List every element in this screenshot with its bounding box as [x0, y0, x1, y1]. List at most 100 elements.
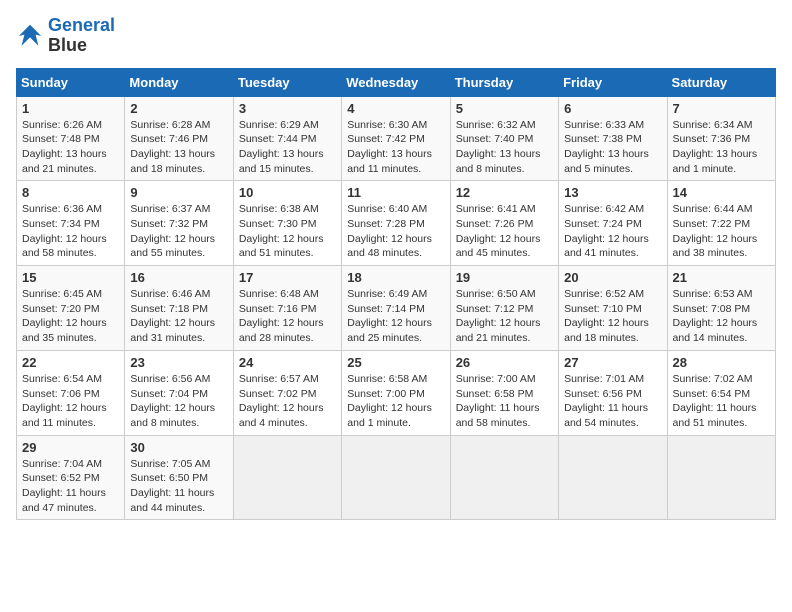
calendar-cell: 22 Sunrise: 6:54 AM Sunset: 7:06 PM Dayli…	[17, 350, 125, 435]
calendar-week-4: 22 Sunrise: 6:54 AM Sunset: 7:06 PM Dayli…	[17, 350, 776, 435]
weekday-header-row: SundayMondayTuesdayWednesdayThursdayFrid…	[17, 68, 776, 96]
calendar-cell: 1 Sunrise: 6:26 AM Sunset: 7:48 PM Daylig…	[17, 96, 125, 181]
day-info: Sunrise: 6:44 AM Sunset: 7:22 PM Dayligh…	[673, 202, 770, 261]
calendar-cell: 27 Sunrise: 7:01 AM Sunset: 6:56 PM Dayli…	[559, 350, 667, 435]
day-number: 17	[239, 270, 336, 285]
calendar-cell: 10 Sunrise: 6:38 AM Sunset: 7:30 PM Dayli…	[233, 181, 341, 266]
logo-text: GeneralBlue	[48, 16, 115, 56]
day-info: Sunrise: 6:29 AM Sunset: 7:44 PM Dayligh…	[239, 118, 336, 177]
day-info: Sunrise: 6:52 AM Sunset: 7:10 PM Dayligh…	[564, 287, 661, 346]
calendar-cell	[233, 435, 341, 520]
day-info: Sunrise: 6:58 AM Sunset: 7:00 PM Dayligh…	[347, 372, 444, 431]
calendar-cell	[667, 435, 775, 520]
logo: GeneralBlue	[16, 16, 115, 56]
calendar-cell: 24Sunrise: 6:57 AM Sunset: 7:02 PM Dayli…	[233, 350, 341, 435]
day-info: Sunrise: 6:54 AM Sunset: 7:06 PM Dayligh…	[22, 372, 119, 431]
day-number: 4	[347, 101, 444, 116]
calendar-cell: 19Sunrise: 6:50 AM Sunset: 7:12 PM Dayli…	[450, 266, 558, 351]
day-info: Sunrise: 6:46 AM Sunset: 7:18 PM Dayligh…	[130, 287, 227, 346]
calendar-cell: 20 Sunrise: 6:52 AM Sunset: 7:10 PM Dayli…	[559, 266, 667, 351]
calendar-cell	[450, 435, 558, 520]
calendar-cell: 29 Sunrise: 7:04 AM Sunset: 6:52 PM Dayli…	[17, 435, 125, 520]
day-number: 7	[673, 101, 770, 116]
calendar-cell: 2 Sunrise: 6:28 AM Sunset: 7:46 PM Daylig…	[125, 96, 233, 181]
calendar-week-5: 29 Sunrise: 7:04 AM Sunset: 6:52 PM Dayli…	[17, 435, 776, 520]
calendar-cell: 13 Sunrise: 6:42 AM Sunset: 7:24 PM Dayli…	[559, 181, 667, 266]
day-number: 27	[564, 355, 661, 370]
day-number: 16	[130, 270, 227, 285]
calendar-cell: 21 Sunrise: 6:53 AM Sunset: 7:08 PM Dayli…	[667, 266, 775, 351]
calendar-cell: 14 Sunrise: 6:44 AM Sunset: 7:22 PM Dayli…	[667, 181, 775, 266]
calendar-table: SundayMondayTuesdayWednesdayThursdayFrid…	[16, 68, 776, 521]
day-number: 13	[564, 185, 661, 200]
weekday-header-thursday: Thursday	[450, 68, 558, 96]
day-number: 30	[130, 440, 227, 455]
day-number: 2	[130, 101, 227, 116]
day-info: Sunrise: 6:38 AM Sunset: 7:30 PM Dayligh…	[239, 202, 336, 261]
day-info: Sunrise: 6:56 AM Sunset: 7:04 PM Dayligh…	[130, 372, 227, 431]
calendar-cell: 3Sunrise: 6:29 AM Sunset: 7:44 PM Daylig…	[233, 96, 341, 181]
day-number: 1	[22, 101, 119, 116]
day-number: 10	[239, 185, 336, 200]
calendar-cell: 23 Sunrise: 6:56 AM Sunset: 7:04 PM Dayli…	[125, 350, 233, 435]
calendar-cell: 30Sunrise: 7:05 AM Sunset: 6:50 PM Dayli…	[125, 435, 233, 520]
calendar-cell: 8Sunrise: 6:36 AM Sunset: 7:34 PM Daylig…	[17, 181, 125, 266]
day-number: 11	[347, 185, 444, 200]
day-info: Sunrise: 6:30 AM Sunset: 7:42 PM Dayligh…	[347, 118, 444, 177]
day-info: Sunrise: 6:48 AM Sunset: 7:16 PM Dayligh…	[239, 287, 336, 346]
calendar-cell: 7 Sunrise: 6:34 AM Sunset: 7:36 PM Daylig…	[667, 96, 775, 181]
day-number: 9	[130, 185, 227, 200]
day-info: Sunrise: 6:34 AM Sunset: 7:36 PM Dayligh…	[673, 118, 770, 177]
day-number: 28	[673, 355, 770, 370]
weekday-header-tuesday: Tuesday	[233, 68, 341, 96]
calendar-week-3: 15Sunrise: 6:45 AM Sunset: 7:20 PM Dayli…	[17, 266, 776, 351]
day-info: Sunrise: 6:42 AM Sunset: 7:24 PM Dayligh…	[564, 202, 661, 261]
day-info: Sunrise: 6:41 AM Sunset: 7:26 PM Dayligh…	[456, 202, 553, 261]
weekday-header-monday: Monday	[125, 68, 233, 96]
day-number: 29	[22, 440, 119, 455]
calendar-cell: 5 Sunrise: 6:32 AM Sunset: 7:40 PM Daylig…	[450, 96, 558, 181]
calendar-cell: 17 Sunrise: 6:48 AM Sunset: 7:16 PM Dayli…	[233, 266, 341, 351]
day-info: Sunrise: 6:53 AM Sunset: 7:08 PM Dayligh…	[673, 287, 770, 346]
day-info: Sunrise: 7:02 AM Sunset: 6:54 PM Dayligh…	[673, 372, 770, 431]
day-info: Sunrise: 6:36 AM Sunset: 7:34 PM Dayligh…	[22, 202, 119, 261]
calendar-cell	[342, 435, 450, 520]
weekday-header-sunday: Sunday	[17, 68, 125, 96]
calendar-week-2: 8Sunrise: 6:36 AM Sunset: 7:34 PM Daylig…	[17, 181, 776, 266]
day-info: Sunrise: 6:32 AM Sunset: 7:40 PM Dayligh…	[456, 118, 553, 177]
calendar-cell: 6Sunrise: 6:33 AM Sunset: 7:38 PM Daylig…	[559, 96, 667, 181]
day-number: 20	[564, 270, 661, 285]
weekday-header-wednesday: Wednesday	[342, 68, 450, 96]
calendar-cell: 11 Sunrise: 6:40 AM Sunset: 7:28 PM Dayli…	[342, 181, 450, 266]
calendar-cell: 16 Sunrise: 6:46 AM Sunset: 7:18 PM Dayli…	[125, 266, 233, 351]
calendar-cell: 15Sunrise: 6:45 AM Sunset: 7:20 PM Dayli…	[17, 266, 125, 351]
day-number: 24	[239, 355, 336, 370]
day-number: 22	[22, 355, 119, 370]
day-number: 12	[456, 185, 553, 200]
weekday-header-friday: Friday	[559, 68, 667, 96]
day-info: Sunrise: 6:45 AM Sunset: 7:20 PM Dayligh…	[22, 287, 119, 346]
calendar-cell: 25Sunrise: 6:58 AM Sunset: 7:00 PM Dayli…	[342, 350, 450, 435]
day-number: 5	[456, 101, 553, 116]
calendar-cell: 9Sunrise: 6:37 AM Sunset: 7:32 PM Daylig…	[125, 181, 233, 266]
day-number: 18	[347, 270, 444, 285]
day-number: 23	[130, 355, 227, 370]
day-number: 26	[456, 355, 553, 370]
calendar-cell: 26Sunrise: 7:00 AM Sunset: 6:58 PM Dayli…	[450, 350, 558, 435]
day-info: Sunrise: 7:01 AM Sunset: 6:56 PM Dayligh…	[564, 372, 661, 431]
calendar-cell	[559, 435, 667, 520]
day-info: Sunrise: 6:40 AM Sunset: 7:28 PM Dayligh…	[347, 202, 444, 261]
day-info: Sunrise: 6:26 AM Sunset: 7:48 PM Dayligh…	[22, 118, 119, 177]
calendar-cell: 12 Sunrise: 6:41 AM Sunset: 7:26 PM Dayli…	[450, 181, 558, 266]
day-info: Sunrise: 6:49 AM Sunset: 7:14 PM Dayligh…	[347, 287, 444, 346]
day-number: 21	[673, 270, 770, 285]
day-number: 6	[564, 101, 661, 116]
calendar-week-1: 1 Sunrise: 6:26 AM Sunset: 7:48 PM Daylig…	[17, 96, 776, 181]
page-header: GeneralBlue	[16, 16, 776, 56]
calendar-cell: 28 Sunrise: 7:02 AM Sunset: 6:54 PM Dayli…	[667, 350, 775, 435]
weekday-header-saturday: Saturday	[667, 68, 775, 96]
day-number: 14	[673, 185, 770, 200]
calendar-cell: 4 Sunrise: 6:30 AM Sunset: 7:42 PM Daylig…	[342, 96, 450, 181]
day-info: Sunrise: 6:28 AM Sunset: 7:46 PM Dayligh…	[130, 118, 227, 177]
day-info: Sunrise: 7:04 AM Sunset: 6:52 PM Dayligh…	[22, 457, 119, 516]
